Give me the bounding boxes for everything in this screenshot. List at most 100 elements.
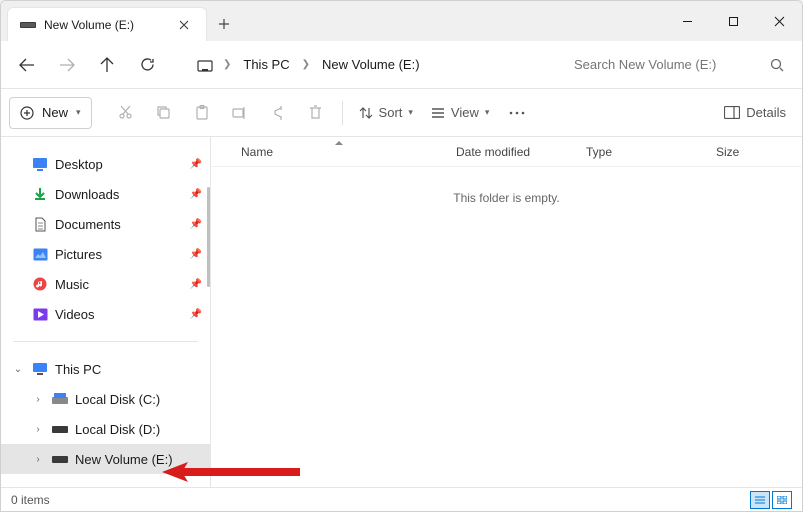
details-icon xyxy=(724,106,740,119)
pin-icon: 📌 xyxy=(190,159,202,170)
column-type[interactable]: Type xyxy=(576,145,706,159)
monitor-icon xyxy=(31,360,49,378)
more-button[interactable] xyxy=(499,97,535,129)
music-icon xyxy=(31,275,49,293)
sidebar-item-music[interactable]: Music 📌 xyxy=(1,269,210,299)
home-icon[interactable] xyxy=(193,53,217,77)
pin-icon: 📌 xyxy=(190,189,202,200)
pin-icon: 📌 xyxy=(190,249,202,260)
chevron-down-icon: ▾ xyxy=(408,107,413,118)
tab-title: New Volume (E:) xyxy=(44,18,172,32)
sort-label: Sort xyxy=(379,105,403,120)
ellipsis-icon xyxy=(509,111,525,115)
new-tab-button[interactable] xyxy=(207,7,241,41)
new-button[interactable]: New ▾ xyxy=(9,97,92,129)
sidebar-item-desktop[interactable]: Desktop 📌 xyxy=(1,149,210,179)
details-pane-button[interactable]: Details xyxy=(716,97,794,129)
pictures-icon xyxy=(31,245,49,263)
chevron-right-icon: › xyxy=(31,454,45,465)
rename-button[interactable] xyxy=(222,97,258,129)
search-input[interactable] xyxy=(574,57,784,72)
documents-icon xyxy=(31,215,49,233)
paste-button[interactable] xyxy=(184,97,220,129)
cut-button[interactable] xyxy=(108,97,144,129)
maximize-button[interactable] xyxy=(710,5,756,37)
view-button[interactable]: View ▾ xyxy=(423,97,497,129)
details-view-button[interactable] xyxy=(750,491,770,509)
view-icon xyxy=(431,107,445,119)
sidebar-item-thispc[interactable]: ⌄ This PC xyxy=(1,354,210,384)
copy-icon xyxy=(156,105,171,120)
sidebar-item-videos[interactable]: Videos 📌 xyxy=(1,299,210,329)
sidebar-item-downloads[interactable]: Downloads 📌 xyxy=(1,179,210,209)
plus-circle-icon xyxy=(20,106,34,120)
search-icon xyxy=(770,58,784,72)
drive-icon xyxy=(51,450,69,468)
titlebar: New Volume (E:) xyxy=(1,1,802,41)
forward-button[interactable] xyxy=(49,47,85,83)
sort-icon xyxy=(359,106,373,120)
refresh-button[interactable] xyxy=(129,47,165,83)
column-size[interactable]: Size xyxy=(706,145,766,159)
sidebar-item-drive-d[interactable]: › Local Disk (D:) xyxy=(1,414,210,444)
sidebar-item-drive-c[interactable]: › Local Disk (C:) xyxy=(1,384,210,414)
breadcrumb: ❯ This PC ❯ New Volume (E:) xyxy=(185,53,465,77)
close-tab-button[interactable] xyxy=(172,13,196,37)
back-button[interactable] xyxy=(9,47,45,83)
breadcrumb-current[interactable]: New Volume (E:) xyxy=(316,53,426,76)
breadcrumb-thispc[interactable]: This PC xyxy=(237,53,295,76)
window-controls xyxy=(664,1,802,41)
chevron-down-icon: ⌄ xyxy=(11,364,25,375)
sidebar: Desktop 📌 Downloads 📌 Documents 📌 Pictur… xyxy=(1,137,211,487)
delete-button[interactable] xyxy=(298,97,334,129)
item-count: 0 items xyxy=(11,493,50,507)
up-button[interactable] xyxy=(89,47,125,83)
copy-button[interactable] xyxy=(146,97,182,129)
rename-icon xyxy=(232,106,248,120)
view-label: View xyxy=(451,105,479,120)
tab-active[interactable]: New Volume (E:) xyxy=(7,7,207,41)
column-headers: Name Date modified Type Size xyxy=(211,137,802,167)
pin-icon: 📌 xyxy=(190,219,202,230)
share-button[interactable] xyxy=(260,97,296,129)
pin-icon: 📌 xyxy=(190,279,202,290)
chevron-down-icon: ▾ xyxy=(485,107,490,118)
chevron-right-icon: › xyxy=(31,394,45,405)
drive-icon xyxy=(51,420,69,438)
column-name[interactable]: Name xyxy=(231,145,446,159)
share-icon xyxy=(270,105,285,120)
cut-icon xyxy=(118,105,133,120)
videos-icon xyxy=(31,305,49,323)
paste-icon xyxy=(195,105,209,121)
toolbar: New ▾ Sort ▾ View ▾ Details xyxy=(1,89,802,137)
toolbar-separator xyxy=(342,101,343,125)
chevron-right-icon: ❯ xyxy=(300,59,312,70)
sidebar-item-documents[interactable]: Documents 📌 xyxy=(1,209,210,239)
content-pane: Name Date modified Type Size This folder… xyxy=(211,137,802,487)
chevron-down-icon: ▾ xyxy=(76,107,81,118)
details-label: Details xyxy=(746,105,786,120)
downloads-icon xyxy=(31,185,49,203)
sidebar-item-pictures[interactable]: Pictures 📌 xyxy=(1,239,210,269)
pin-icon: 📌 xyxy=(190,309,202,320)
explorer-window: New Volume (E:) xyxy=(0,0,803,512)
trash-icon xyxy=(309,105,322,120)
body: Desktop 📌 Downloads 📌 Documents 📌 Pictur… xyxy=(1,137,802,487)
new-label: New xyxy=(42,105,68,120)
close-window-button[interactable] xyxy=(756,5,802,37)
desktop-icon xyxy=(31,155,49,173)
sidebar-item-drive-e[interactable]: › New Volume (E:) xyxy=(1,444,210,474)
chevron-right-icon: › xyxy=(31,424,45,435)
thumbnails-view-button[interactable] xyxy=(772,491,792,509)
status-bar: 0 items xyxy=(1,487,802,511)
sidebar-divider xyxy=(13,341,198,342)
navbar: ❯ This PC ❯ New Volume (E:) xyxy=(1,41,802,89)
column-date[interactable]: Date modified xyxy=(446,145,576,159)
sort-button[interactable]: Sort ▾ xyxy=(351,97,421,129)
minimize-button[interactable] xyxy=(664,5,710,37)
empty-folder-message: This folder is empty. xyxy=(211,167,802,205)
chevron-right-icon: ❯ xyxy=(221,59,233,70)
disk-icon xyxy=(51,390,69,408)
search-box[interactable] xyxy=(564,49,794,81)
drive-icon xyxy=(20,17,36,33)
